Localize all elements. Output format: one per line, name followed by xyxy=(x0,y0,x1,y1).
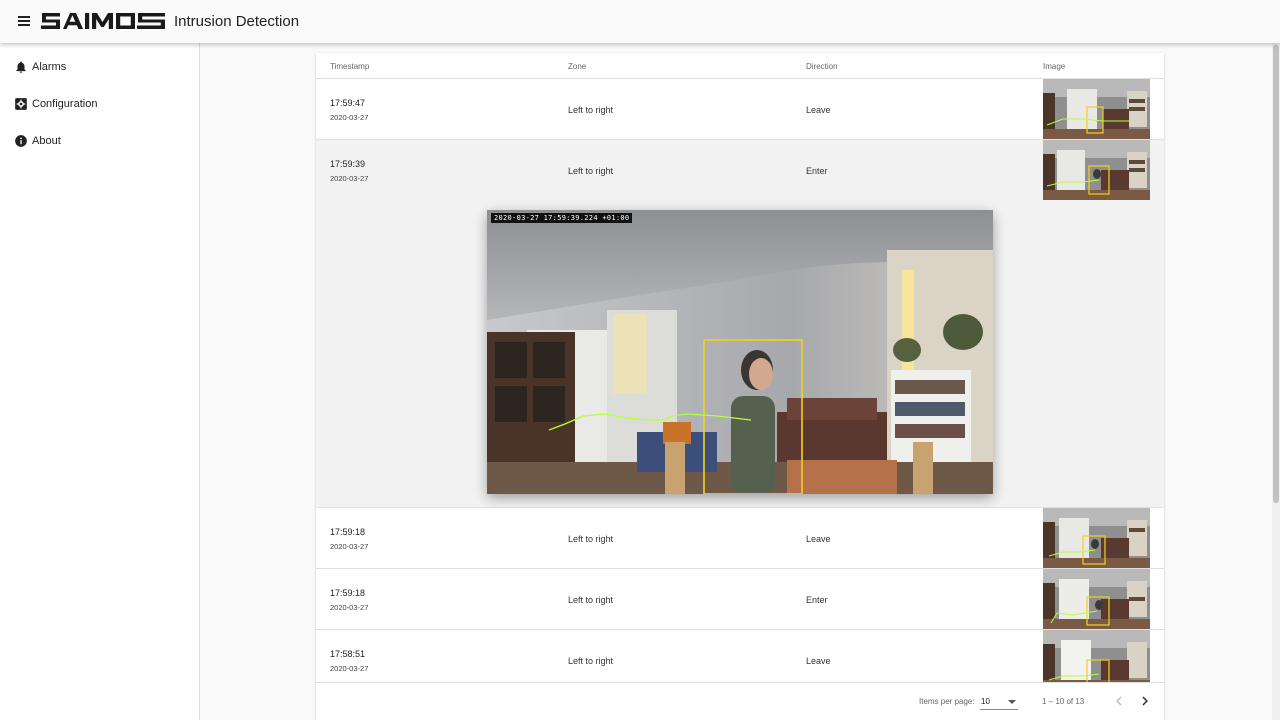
alarm-date: 2020-03-27 xyxy=(330,603,369,612)
table-header: Timestamp Zone Direction Image xyxy=(316,53,1164,79)
alarm-zone: Left to right xyxy=(568,595,614,605)
column-header-zone[interactable]: Zone xyxy=(568,62,586,71)
items-per-page-label: Items per page: xyxy=(919,697,975,706)
table-row[interactable]: 17:59:39 2020-03-27 Left to right Enter xyxy=(316,140,1164,200)
table-row[interactable]: 17:59:18 2020-03-27 Left to right Leave xyxy=(316,508,1164,569)
alarm-full-image[interactable]: 2020-03-27 17:59:39.224 +01:00 xyxy=(487,210,993,494)
page-range-label: 1 – 10 of 13 xyxy=(1042,697,1085,706)
alarm-date: 2020-03-27 xyxy=(330,113,369,122)
chevron-down-icon xyxy=(1008,700,1016,704)
alarm-date: 2020-03-27 xyxy=(330,542,369,551)
alarm-time: 17:58:51 xyxy=(330,649,366,659)
alarm-thumbnail[interactable] xyxy=(1043,508,1150,568)
sidebar-item-alarms[interactable]: Alarms xyxy=(0,52,199,82)
alarm-time: 17:59:47 xyxy=(330,98,366,108)
alarms-table: Timestamp Zone Direction Image 17:59:47 … xyxy=(316,53,1164,720)
alarm-direction: Enter xyxy=(806,595,828,605)
info-icon xyxy=(15,135,27,147)
alarm-date: 2020-03-27 xyxy=(330,174,369,183)
alarm-zone: Left to right xyxy=(568,105,614,115)
alarm-thumbnail[interactable] xyxy=(1043,79,1150,139)
table-row[interactable]: 17:59:18 2020-03-27 Left to right Enter xyxy=(316,569,1164,630)
alarm-thumbnail[interactable] xyxy=(1043,630,1150,690)
alarm-direction: Leave xyxy=(806,534,831,544)
column-header-direction[interactable]: Direction xyxy=(806,62,838,71)
paginator: Items per page: 10 1 – 10 of 13 xyxy=(316,682,1164,720)
alarm-time: 17:59:18 xyxy=(330,588,366,598)
bell-icon xyxy=(16,61,26,73)
items-per-page-value: 10 xyxy=(981,697,990,706)
alarm-time: 17:59:39 xyxy=(330,159,366,169)
alarm-time: 17:59:18 xyxy=(330,527,366,537)
previous-page-icon[interactable] xyxy=(1110,692,1128,710)
alarm-direction: Enter xyxy=(806,166,828,176)
next-page-icon[interactable] xyxy=(1136,692,1154,710)
alarm-zone: Left to right xyxy=(568,166,614,176)
sidebar-item-configuration[interactable]: Configuration xyxy=(0,89,199,119)
scrollbar-thumb[interactable] xyxy=(1273,45,1279,503)
alarm-thumbnail[interactable] xyxy=(1043,569,1150,629)
sidebar: Alarms Configuration About xyxy=(0,43,200,720)
column-header-image: Image xyxy=(1043,62,1066,71)
alarm-zone: Left to right xyxy=(568,656,614,666)
column-header-timestamp[interactable]: Timestamp xyxy=(330,62,369,71)
app-title: Intrusion Detection xyxy=(174,13,300,30)
main-content: Timestamp Zone Direction Image 17:59:47 … xyxy=(200,43,1268,720)
alarm-direction: Leave xyxy=(806,105,831,115)
sidebar-item-label: About xyxy=(32,135,61,147)
table-row[interactable]: 17:59:47 2020-03-27 Left to right Leave xyxy=(316,79,1164,140)
menu-icon[interactable] xyxy=(16,14,32,28)
sidebar-item-about[interactable]: About xyxy=(0,126,199,156)
items-per-page-select[interactable]: 10 xyxy=(980,692,1018,710)
alarm-detail-panel: 2020-03-27 17:59:39.224 +01:00 xyxy=(316,200,1164,508)
image-timestamp: 2020-03-27 17:59:39.224 +01:00 xyxy=(491,213,633,223)
top-app-bar: Intrusion Detection xyxy=(0,0,1280,43)
settings-box-icon xyxy=(15,98,27,110)
alarm-direction: Leave xyxy=(806,656,831,666)
alarm-date: 2020-03-27 xyxy=(330,664,369,673)
sidebar-item-label: Alarms xyxy=(32,61,67,73)
alarm-thumbnail[interactable] xyxy=(1043,140,1150,200)
alarm-zone: Left to right xyxy=(568,534,614,544)
page-scrollbar[interactable] xyxy=(1272,43,1280,720)
sidebar-item-label: Configuration xyxy=(32,98,98,110)
saimos-logo xyxy=(41,13,165,29)
